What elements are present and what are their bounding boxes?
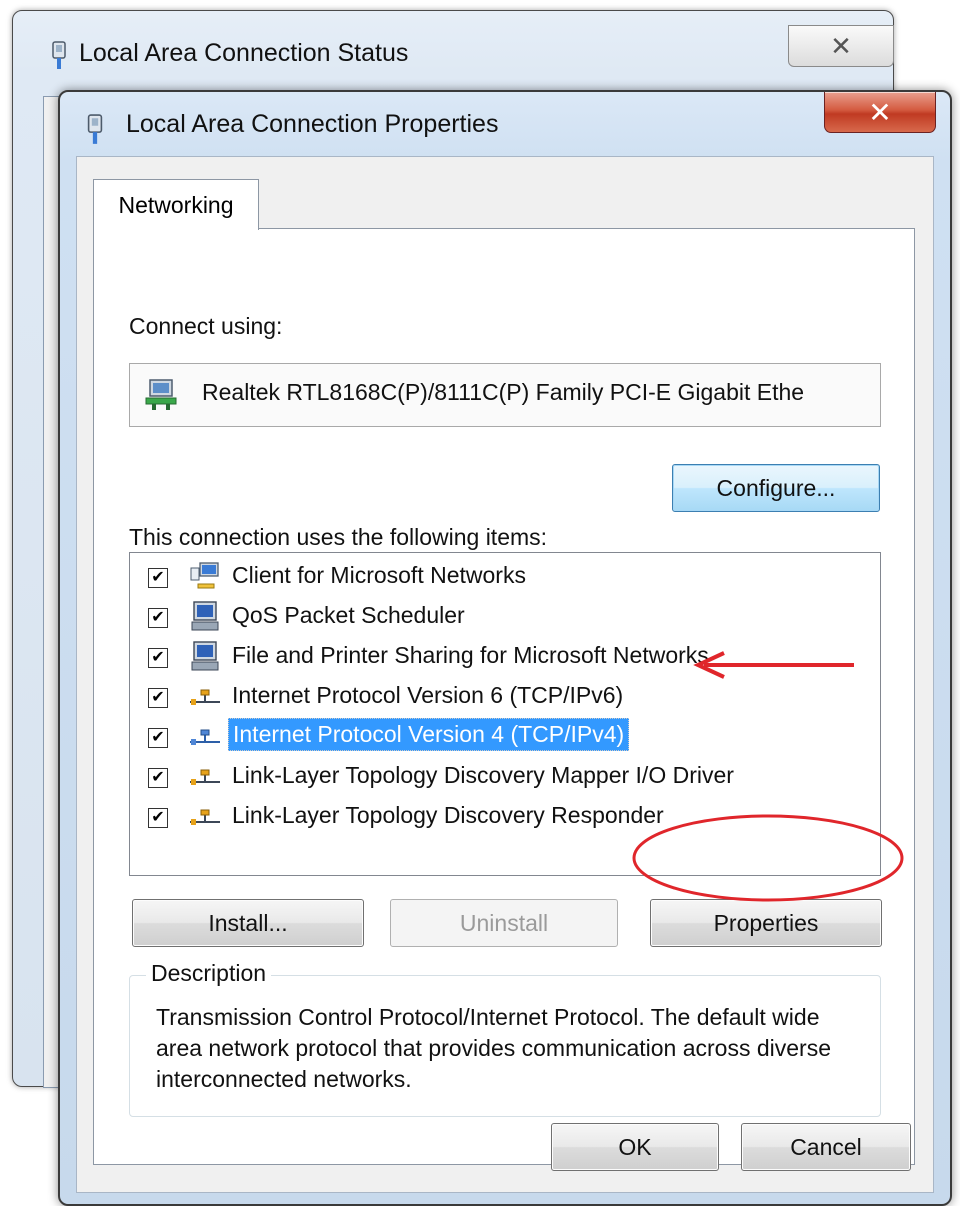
window-title: Local Area Connection Properties [126,110,499,138]
computer-service-icon [188,600,222,634]
adapter-name: Realtek RTL8168C(P)/8111C(P) Family PCI-… [202,379,805,405]
adapter-field: Realtek RTL8168C(P)/8111C(P) Family PCI-… [129,363,881,427]
annotation-arrow-icon [693,651,854,679]
protocol-icon [188,680,222,714]
properties-window: Local Area Connection Properties ✕ Netwo… [58,90,952,1206]
items-label: This connection uses the following items… [129,524,548,550]
item-checkbox[interactable]: ✔ [148,768,168,788]
description-text: Transmission Control Protocol/Internet P… [156,1004,831,1092]
item-checkbox[interactable]: ✔ [148,808,168,828]
background-close-button[interactable]: ✕ [788,25,894,67]
protocol-icon [188,720,222,754]
item-label: Client for Microsoft Networks [232,562,526,588]
item-checkbox[interactable]: ✔ [148,608,168,628]
tab-networking[interactable]: Networking [93,179,259,230]
description-group: Description Transmission Control Protoco… [129,960,881,1117]
properties-button[interactable]: Properties [650,899,882,947]
description-legend: Description [146,960,272,987]
networking-panel: Connect using: Realtek RTL8168C(P)/8111C… [93,228,915,1165]
computer-service-icon [188,640,222,674]
network-client-icon [188,560,222,594]
configure-button[interactable]: Configure... [672,464,880,512]
network-plug-icon [84,114,106,151]
connect-using-label: Connect using: [129,313,283,339]
item-checkbox[interactable]: ✔ [148,728,168,748]
install-button[interactable]: Install... [132,899,364,947]
item-label: File and Printer Sharing for Microsoft N… [232,642,709,668]
item-checkbox[interactable]: ✔ [148,688,168,708]
protocol-icon [188,760,222,794]
item-checkbox[interactable]: ✔ [148,648,168,668]
item-label: Link-Layer Topology Discovery Mapper I/O… [232,762,734,788]
item-checkbox[interactable]: ✔ [148,568,168,588]
close-button[interactable]: ✕ [824,92,936,133]
item-label: QoS Packet Scheduler [232,602,465,628]
item-label: Link-Layer Topology Discovery Responder [232,802,664,828]
network-plug-icon [49,41,69,76]
protocol-icon [188,800,222,834]
item-label: Internet Protocol Version 6 (TCP/IPv6) [232,682,624,708]
background-window-title: Local Area Connection Status [79,39,409,67]
item-label: Internet Protocol Version 4 (TCP/IPv4) [228,718,630,751]
cancel-button[interactable]: Cancel [741,1123,911,1171]
ok-button[interactable]: OK [551,1123,719,1171]
network-adapter-icon [144,378,180,417]
annotation-circle-icon [632,814,904,902]
uninstall-button[interactable]: Uninstall [390,899,618,947]
